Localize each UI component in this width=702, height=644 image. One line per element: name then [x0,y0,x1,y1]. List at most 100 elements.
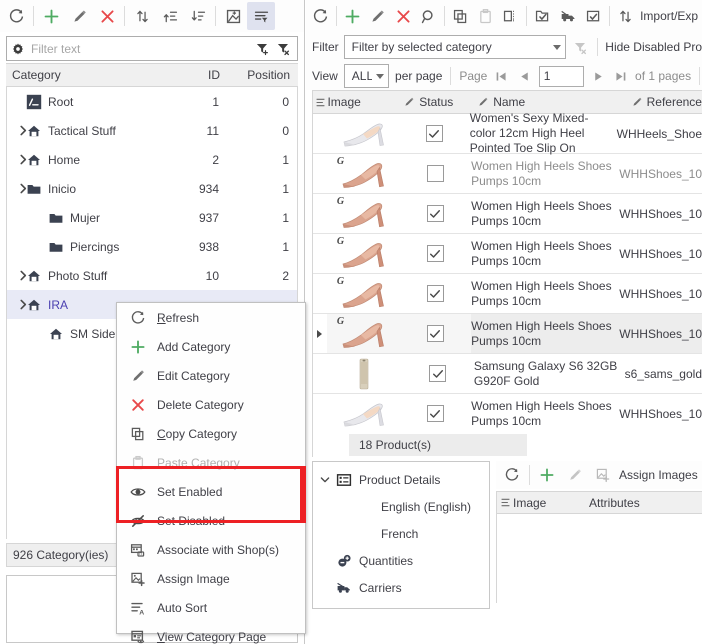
category-tree-row[interactable]: Photo Stuff 10 2 [7,261,297,290]
edit-category-button[interactable] [65,2,93,30]
previous-page-button[interactable] [516,66,533,86]
assign-category-button[interactable] [530,2,555,30]
product-row[interactable]: G Women High Heels Shoes Pumps 10cm WHHSho… [313,234,702,274]
status-checkbox[interactable] [426,205,444,222]
column-header-image[interactable]: Image [513,496,589,510]
context-menu-item[interactable]: Set Disabled [117,506,305,535]
product-status-cell[interactable] [400,234,471,273]
category-tree-row[interactable]: Inicio 934 1 [7,174,297,203]
clear-filter-icon[interactable] [274,41,293,56]
paste-product-button[interactable] [473,2,498,30]
category-tree-row[interactable]: Home 2 1 [7,145,297,174]
category-filter-input[interactable]: Filter text [6,36,298,61]
copy-product-button[interactable] [448,2,473,30]
detail-tree-row[interactable]: Quantities [313,547,489,574]
next-page-button[interactable] [590,66,607,86]
column-chooser-icon[interactable] [497,497,513,508]
search-button[interactable] [416,2,441,30]
sort-updown-button[interactable] [128,2,156,30]
chevron-right-icon[interactable] [7,299,26,310]
refresh-button[interactable] [498,461,526,489]
first-page-button[interactable] [493,66,510,86]
category-tree-row[interactable]: Root 1 0 [7,87,297,116]
product-status-cell[interactable] [399,314,472,353]
chevron-down-icon[interactable] [317,476,333,484]
hide-disabled-products-checkbox-label[interactable]: Hide Disabled Pro [605,40,702,54]
context-menu-item[interactable]: Delete Category [117,390,305,419]
product-status-cell[interactable] [400,394,471,433]
context-menu-item[interactable]: Add Category [117,332,305,361]
column-header-name[interactable]: Name [477,95,630,109]
status-checkbox[interactable] [426,165,444,182]
status-checkbox[interactable] [426,245,444,262]
chevron-right-icon[interactable] [7,125,26,136]
category-tree-row[interactable]: Mujer 937 1 [7,203,297,232]
product-row[interactable]: G Women High Heels Shoes Pumps 10cm WHHSho… [313,194,702,234]
status-checkbox[interactable] [426,325,444,342]
context-menu-item[interactable]: Edit Category [117,361,305,390]
detail-tree-row[interactable]: English (English) [313,493,489,520]
add-product-button[interactable] [340,2,365,30]
per-page-combo[interactable]: ALL [343,64,390,88]
delete-category-button[interactable] [93,2,121,30]
chevron-right-icon[interactable] [7,183,26,194]
detail-tree-row[interactable]: Product Details [313,466,489,493]
refresh-button[interactable] [308,2,333,30]
product-row[interactable]: Women's Sexy Mixed-color 12cm High Heel … [313,111,702,155]
edit-image-button[interactable] [561,461,589,489]
import-export-icon[interactable] [613,2,638,30]
import-export-label[interactable]: Import/Exp [638,9,700,23]
status-checkbox[interactable] [426,405,444,422]
status-checkbox[interactable] [426,285,444,302]
chevron-right-icon[interactable] [7,270,26,281]
product-status-cell[interactable] [400,274,471,313]
image-toggle-button[interactable] [219,2,247,30]
filter-list-button[interactable] [247,2,275,30]
context-menu-item[interactable]: Set Enabled [117,477,305,506]
refresh-button[interactable] [2,2,30,30]
assign-image-icon[interactable] [589,461,617,489]
assign-feature-button[interactable] [581,2,606,30]
context-menu-item[interactable]: Associate with Shop(s) [117,535,305,564]
last-page-button[interactable] [612,66,629,86]
add-filter-icon[interactable] [251,41,274,56]
context-menu-item[interactable]: Copy Category [117,419,305,448]
category-tree-row[interactable]: Piercings 938 1 [7,232,297,261]
product-row[interactable]: Samsung Galaxy S6 32GB G920F Gold s6_sams… [313,354,702,394]
add-category-button[interactable] [37,2,65,30]
page-number-input[interactable]: 1 [538,65,584,87]
status-checkbox[interactable] [425,125,443,142]
chevron-right-icon[interactable] [7,154,26,165]
column-header-attributes[interactable]: Attributes [589,496,640,510]
product-row[interactable]: G Women High Heels Shoes Pumps 10cm WHHSho… [313,314,702,354]
detail-tree-row[interactable]: Carriers [313,574,489,601]
context-menu-item[interactable]: Assign Image [117,564,305,593]
column-chooser-icon[interactable] [313,97,327,108]
product-detail-tree[interactable]: Product Details English (English) French Qu… [312,461,490,609]
duplicate-product-button[interactable] [498,2,523,30]
product-status-cell[interactable] [400,154,471,193]
column-header-category[interactable]: Category [6,68,158,82]
add-image-button[interactable] [533,461,561,489]
assign-carrier-button[interactable] [556,2,581,30]
column-header-position[interactable]: Position [220,68,298,82]
context-menu-item[interactable]: Refresh [117,303,305,332]
context-menu-item[interactable]: View Category Page [117,622,305,644]
category-tree-row[interactable]: Tactical Stuff 11 0 [7,116,297,145]
product-row[interactable]: G Women High Heels Shoes Pumps 10cm WHHSho… [313,274,702,314]
category-filter-combo[interactable]: Filter by selected category [343,35,567,59]
column-header-reference[interactable]: Reference [631,95,702,109]
context-menu-item[interactable]: A Auto Sort [117,593,305,622]
product-status-cell[interactable] [399,114,470,153]
column-header-id[interactable]: ID [158,68,220,82]
assign-images-label[interactable]: Assign Images [617,468,700,482]
product-row[interactable]: Women High Heels Shoes Pumps 10cm WHHShoe… [313,394,702,433]
sort-descending-button[interactable] [184,2,212,30]
move-up-button[interactable] [156,2,184,30]
column-header-image[interactable]: Image [327,95,403,109]
detail-tree-row[interactable]: French [313,520,489,547]
status-checkbox[interactable] [429,365,447,382]
product-row[interactable]: G Women High Heels Shoes Pumps 10cm WHHSho… [313,154,702,194]
edit-product-button[interactable] [365,2,390,30]
product-grid-body[interactable]: Women's Sexy Mixed-color 12cm High Heel … [313,111,702,433]
